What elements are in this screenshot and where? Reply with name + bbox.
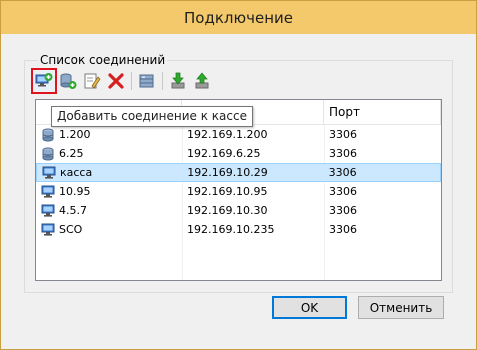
toolbar bbox=[31, 68, 216, 94]
database-button[interactable] bbox=[137, 71, 157, 91]
database-icon bbox=[41, 128, 55, 142]
list-item-address: 192.169.6.25 bbox=[187, 147, 261, 160]
edit-connection-button[interactable] bbox=[82, 71, 102, 91]
delete-connection-button[interactable] bbox=[106, 71, 126, 91]
list-item-name: 4.5.7 bbox=[59, 204, 87, 217]
list-item[interactable]: 10.95 192.169.10.95 3306 bbox=[36, 182, 441, 201]
list-item-name-cell: 4.5.7 bbox=[36, 201, 182, 220]
add-cash-connection-button[interactable] bbox=[31, 68, 57, 94]
list-item-name-cell: 6.25 bbox=[36, 144, 182, 163]
column-header-port[interactable]: Порт bbox=[324, 100, 441, 124]
import-button[interactable] bbox=[168, 71, 188, 91]
window-title: Подключение bbox=[184, 8, 293, 27]
list-item-name: 6.25 bbox=[59, 147, 84, 160]
monitor-icon bbox=[41, 204, 55, 218]
monitor-icon bbox=[41, 223, 55, 237]
database-add-icon bbox=[60, 73, 77, 89]
list-item-address: 192.169.10.30 bbox=[187, 204, 268, 217]
list-item-name-cell: касса bbox=[37, 163, 182, 182]
list-item[interactable]: SCO 192.169.10.235 3306 bbox=[36, 220, 441, 239]
list-item-port: 3306 bbox=[329, 223, 357, 236]
list-item-port: 3306 bbox=[329, 128, 357, 141]
list-body: 1.200 192.169.1.200 3306 6.25 192.169.6.25 33… bbox=[36, 125, 441, 239]
ok-button[interactable]: OK bbox=[272, 296, 347, 319]
list-item-port: 3306 bbox=[329, 185, 357, 198]
monitor-icon bbox=[41, 185, 55, 199]
export-icon bbox=[195, 72, 209, 89]
list-item-name: SCO bbox=[59, 223, 83, 236]
monitor-icon bbox=[42, 166, 56, 180]
list-item[interactable]: касса 192.169.10.29 3306 bbox=[36, 163, 441, 182]
list-item-port: 3306 bbox=[329, 147, 357, 160]
list-item-name: 1.200 bbox=[59, 128, 91, 141]
list-item-name: 10.95 bbox=[59, 185, 91, 198]
list-item[interactable]: 6.25 192.169.6.25 3306 bbox=[36, 144, 441, 163]
toolbar-separator bbox=[162, 72, 163, 90]
list-item-name: касса bbox=[60, 166, 93, 179]
database-icon bbox=[41, 147, 55, 161]
list-item-name-cell: 10.95 bbox=[36, 182, 182, 201]
list-item-address: 192.169.10.95 bbox=[187, 185, 268, 198]
tooltip: Добавить соединение к кассе bbox=[51, 106, 253, 127]
list-item[interactable]: 1.200 192.169.1.200 3306 bbox=[36, 125, 441, 144]
list-item-address: 192.169.10.235 bbox=[187, 223, 275, 236]
dialog-client: Список соединений Порт 1.200 192.169.1.2… bbox=[9, 34, 468, 343]
database-icon bbox=[139, 74, 154, 88]
edit-icon bbox=[84, 73, 101, 89]
list-item-name-cell: SCO bbox=[36, 220, 182, 239]
list-item[interactable]: 4.5.7 192.169.10.30 3306 bbox=[36, 201, 441, 220]
title-bar[interactable]: Подключение bbox=[1, 1, 476, 34]
export-button[interactable] bbox=[192, 71, 212, 91]
import-icon bbox=[171, 72, 185, 89]
cancel-button[interactable]: Отменить bbox=[358, 296, 444, 319]
list-item-port: 3306 bbox=[328, 166, 357, 179]
list-item-name-cell: 1.200 bbox=[36, 125, 182, 144]
list-item-address: 192.169.10.29 bbox=[187, 166, 268, 179]
monitor-add-icon bbox=[35, 73, 53, 87]
connections-group-label: Список соединений bbox=[38, 53, 168, 67]
connection-dialog: Подключение Список соединений Порт 1.200… bbox=[0, 0, 477, 350]
toolbar-separator bbox=[131, 72, 132, 90]
add-db-connection-button[interactable] bbox=[58, 71, 78, 91]
list-item-address: 192.169.1.200 bbox=[187, 128, 268, 141]
delete-icon bbox=[108, 73, 124, 89]
list-item-port: 3306 bbox=[329, 204, 357, 217]
